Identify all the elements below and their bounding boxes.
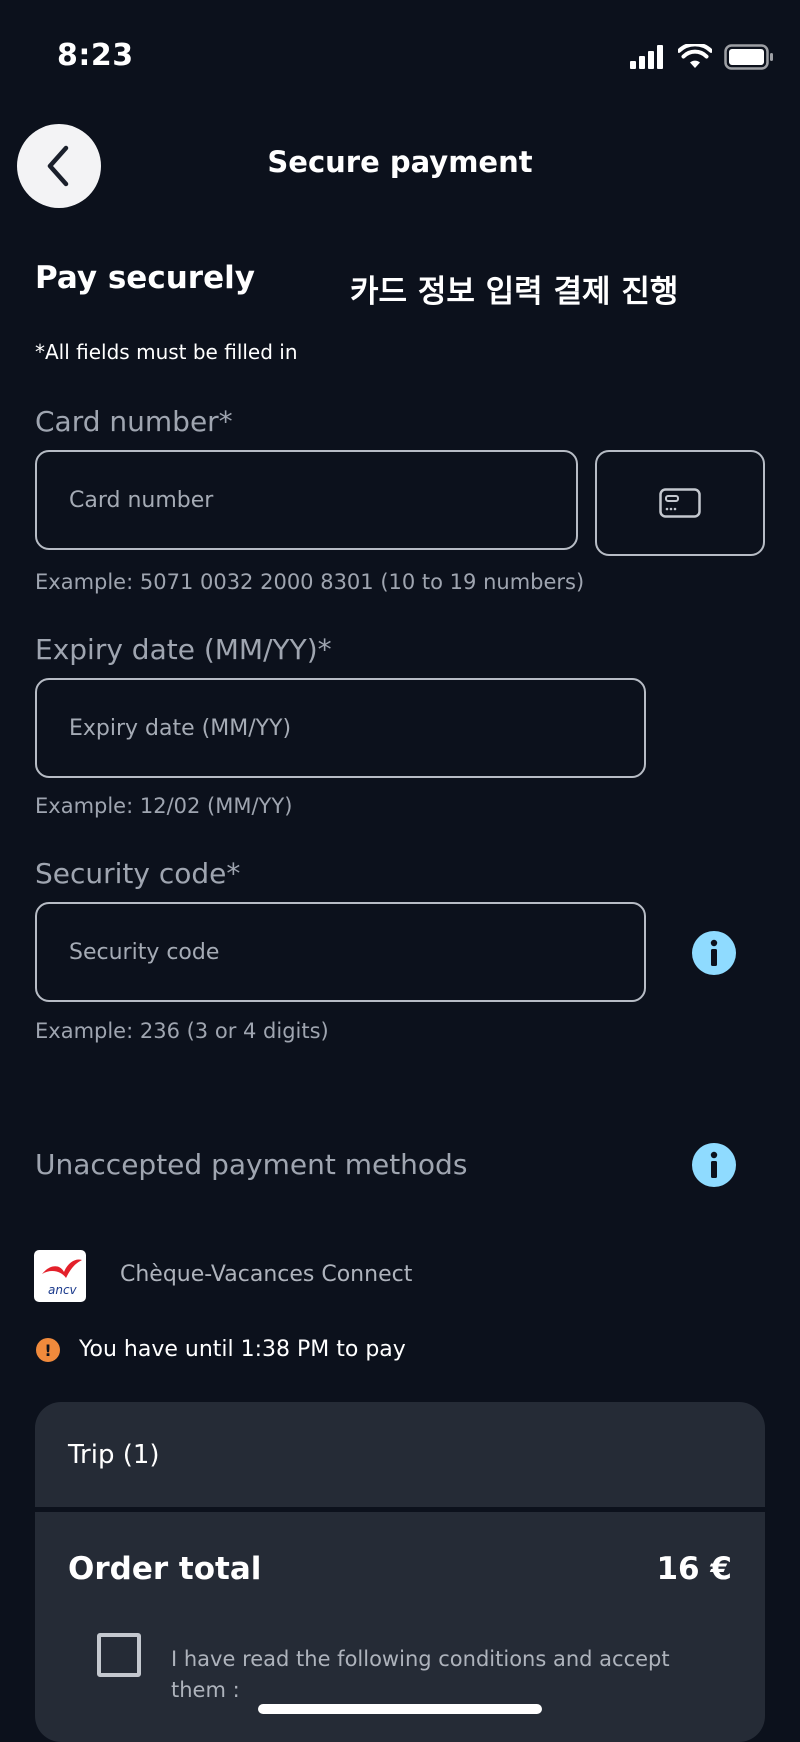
annotation-text: 카드 정보 입력 결제 진행 — [350, 274, 679, 310]
card-number-label: Card number* — [35, 405, 233, 438]
status-time: 8:23 — [57, 38, 134, 73]
info-icon — [710, 939, 718, 966]
status-icons — [630, 44, 774, 70]
trip-label[interactable]: Trip (1) — [68, 1440, 160, 1470]
order-total-value: 16 € — [656, 1551, 732, 1587]
home-indicator[interactable] — [258, 1704, 542, 1714]
card-number-input[interactable]: Card number — [35, 450, 578, 550]
ancv-logo: ancv — [34, 1250, 86, 1302]
unaccepted-info-button[interactable] — [692, 1143, 736, 1187]
conditions-text: I have read the following conditions and… — [171, 1647, 670, 1702]
section-title: Pay securely — [35, 260, 255, 296]
required-fields-note: *All fields must be filled in — [35, 340, 298, 364]
card-number-hint: Example: 5071 0032 2000 8301 (10 to 19 n… — [35, 570, 585, 594]
security-code-hint: Example: 236 (3 or 4 digits) — [35, 1019, 329, 1043]
order-total-label: Order total — [68, 1551, 262, 1587]
cellular-signal-icon — [630, 45, 663, 69]
credit-card-icon — [659, 488, 701, 518]
wifi-icon — [678, 44, 712, 68]
card-number-placeholder: Card number — [69, 487, 214, 513]
scan-card-button[interactable] — [595, 450, 765, 556]
expiry-placeholder: Expiry date (MM/YY) — [69, 715, 292, 741]
payment-deadline-text: You have until 1:38 PM to pay — [79, 1337, 406, 1362]
summary-divider — [35, 1507, 765, 1512]
security-code-label: Security code* — [35, 857, 241, 890]
security-code-info-button[interactable] — [692, 931, 736, 975]
page-title: Secure payment — [267, 145, 533, 179]
expiry-input[interactable]: Expiry date (MM/YY) — [35, 678, 646, 778]
battery-icon — [724, 44, 773, 70]
accept-conditions-checkbox[interactable] — [97, 1633, 141, 1677]
ancv-logo-text: ancv — [48, 1283, 78, 1297]
info-icon — [710, 1151, 718, 1178]
security-code-placeholder: Security code — [69, 939, 220, 965]
expiry-label: Expiry date (MM/YY)* — [35, 633, 332, 666]
unaccepted-method-name: Chèque-Vacances Connect — [120, 1262, 413, 1287]
unaccepted-methods-label: Unaccepted payment methods — [35, 1148, 468, 1181]
warning-icon: ! — [36, 1338, 60, 1362]
security-code-input[interactable]: Security code — [35, 902, 646, 1002]
expiry-hint: Example: 12/02 (MM/YY) — [35, 794, 293, 818]
